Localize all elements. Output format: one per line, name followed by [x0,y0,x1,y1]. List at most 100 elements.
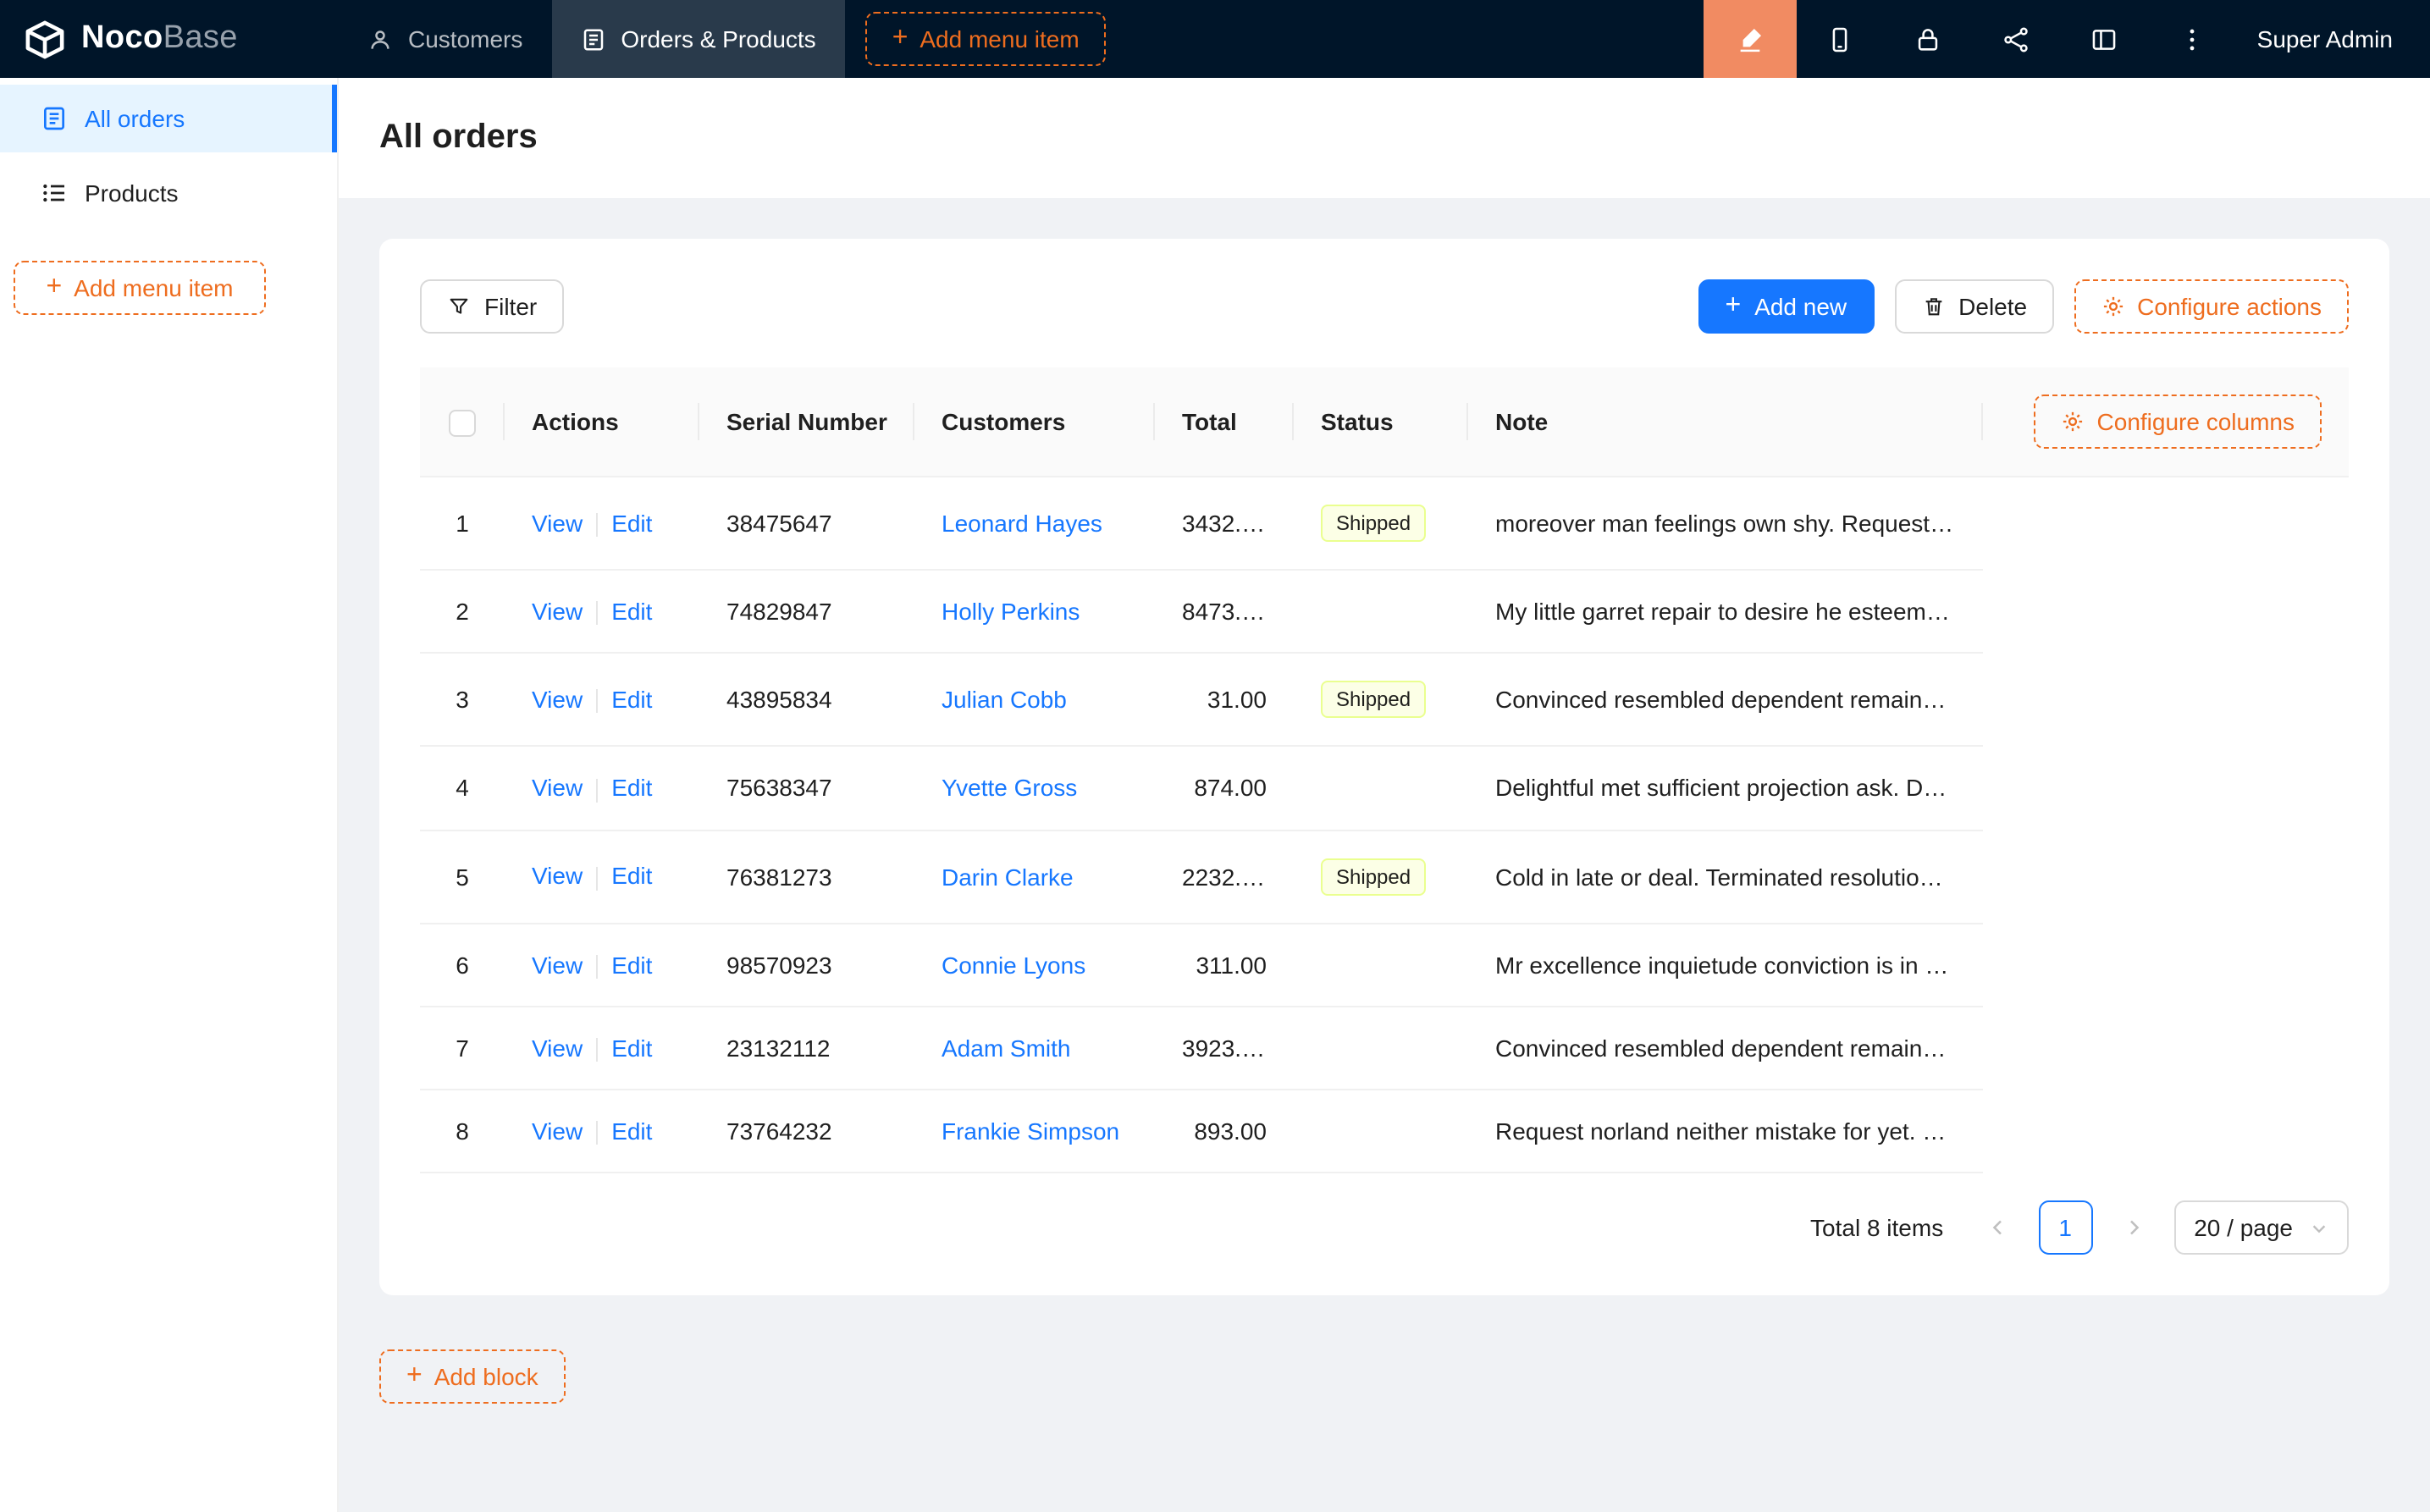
more-button[interactable] [2149,0,2237,78]
serial-number-cell: 75638347 [699,747,914,830]
lock-button[interactable] [1885,0,1973,78]
row-index: 1 [456,510,469,537]
row-index: 2 [456,598,469,625]
status-badge: Shipped [1321,858,1426,895]
page-size-value: 20 / page [2194,1215,2293,1242]
customers-icon [367,26,393,52]
customer-link[interactable]: Leonard Hayes [942,510,1102,537]
prev-page-button[interactable] [1970,1201,2024,1255]
edit-link[interactable]: Edit [611,1035,652,1062]
column-header-serial-number: Serial Number [699,367,914,477]
edit-link[interactable]: Edit [611,598,652,625]
serial-number-cell: 43895834 [699,654,914,747]
edit-link[interactable]: Edit [611,863,652,890]
serial-number-cell: 23132112 [699,1007,914,1090]
api-button[interactable] [1973,0,2061,78]
view-link[interactable]: View [532,686,583,713]
view-link[interactable]: View [532,863,583,890]
add-new-button[interactable]: + Add new [1698,279,1875,334]
nav-tab-orders-products[interactable]: Orders & Products [551,0,844,78]
customer-link[interactable]: Frankie Simpson [942,1118,1119,1145]
view-link[interactable]: View [532,510,583,537]
customer-link[interactable]: Yvette Gross [942,775,1077,802]
delete-button[interactable]: Delete [1894,279,2054,334]
page-title: All orders [379,119,538,157]
ui-editor-button[interactable] [1704,0,1797,78]
filter-button[interactable]: Filter [420,279,564,334]
total-cell: 31.00 [1155,654,1294,747]
view-link[interactable]: View [532,775,583,802]
table-row: 7 ViewEdit 23132112 Adam Smith 3923.00 C… [420,1007,2349,1090]
orders-products-icon [580,26,605,52]
filter-icon [447,295,471,318]
toolbar-right: + Add new Delete [1698,279,2350,334]
serial-number-cell: 73764232 [699,1090,914,1173]
configure-actions-button[interactable]: Configure actions [2074,279,2349,334]
serial-number-cell: 76381273 [699,830,914,923]
edit-link[interactable]: Edit [611,686,652,713]
page-size-select[interactable]: 20 / page [2173,1201,2349,1255]
chevron-right-icon [2123,1218,2143,1239]
edit-link[interactable]: Edit [611,951,652,978]
nocobase-logo[interactable]: NocoBase [0,0,339,78]
customer-link[interactable]: Darin Clarke [942,863,1074,890]
divider [596,690,598,714]
configure-actions-label: Configure actions [2137,293,2322,320]
customer-link[interactable]: Julian Cobb [942,687,1067,714]
edit-link[interactable]: Edit [611,510,652,537]
sidebar-add-menu-item-button[interactable]: + Add menu item [14,261,266,315]
next-page-button[interactable] [2106,1201,2160,1255]
edit-link[interactable]: Edit [611,775,652,802]
divider [596,1038,598,1062]
page-number-button[interactable]: 1 [2038,1201,2092,1255]
row-index: 7 [456,1035,469,1062]
nav-tab-label: Customers [408,25,522,52]
navbar-add-menu-item-button[interactable]: + Add menu item [865,12,1107,66]
view-link[interactable]: View [532,1035,583,1062]
plus-icon: + [46,274,62,301]
column-header-status: Status [1294,367,1468,477]
user-menu[interactable]: Super Admin [2237,25,2430,52]
note-cell: Delightful met sufficient projection ask… [1468,747,1983,830]
customer-link[interactable]: Holly Perkins [942,598,1080,625]
table-row: 1 ViewEdit 38475647 Leonard Hayes 3432.0… [420,477,2349,570]
orders-table: Actions Serial Number Customers Total St… [420,367,2349,1174]
configure-columns-label: Configure columns [2097,408,2295,435]
configure-columns-button[interactable]: Configure columns [2035,395,2322,449]
sidebar-item-products[interactable]: Products [0,159,337,227]
nocobase-logo-icon [24,19,66,58]
customer-link[interactable]: Adam Smith [942,1035,1071,1062]
more-icon [2179,25,2207,53]
row-index: 6 [456,951,469,978]
view-link[interactable]: View [532,1117,583,1145]
page-header: All orders [339,78,2430,198]
select-all-checkbox[interactable] [449,409,476,436]
customer-link[interactable]: Connie Lyons [942,951,1085,978]
logo-text: NocoBase [81,20,238,58]
add-block-button[interactable]: + Add block [379,1350,566,1404]
table-row: 4 ViewEdit 75638347 Yvette Gross 874.00 … [420,747,2349,830]
total-cell: 874.00 [1155,747,1294,830]
total-cell: 8473.00 [1155,570,1294,654]
template-button[interactable] [2061,0,2149,78]
column-header-note: Note [1468,367,1983,477]
add-new-label: Add new [1754,293,1847,320]
app-root: NocoBase Customers Orders & Products + A… [0,0,2430,1512]
edit-link[interactable]: Edit [611,1117,652,1145]
divider [596,513,598,537]
plus-icon: + [406,1364,422,1391]
row-index: 4 [456,775,469,802]
mobile-button[interactable] [1797,0,1885,78]
sidebar-item-label: All orders [85,105,185,132]
view-link[interactable]: View [532,598,583,625]
divider [596,1122,598,1145]
column-header-actions: Actions [505,367,699,477]
view-link[interactable]: View [532,951,583,978]
nav-tab-customers[interactable]: Customers [339,0,551,78]
table-row: 2 ViewEdit 74829847 Holly Perkins 8473.0… [420,570,2349,654]
pagination: Total 8 items 1 20 / page [420,1201,2349,1255]
template-icon [2090,25,2119,53]
table-row: 6 ViewEdit 98570923 Connie Lyons 311.00 … [420,923,2349,1007]
sidebar-item-all-orders[interactable]: All orders [0,85,337,152]
add-menu-item-label: Add menu item [74,274,233,301]
